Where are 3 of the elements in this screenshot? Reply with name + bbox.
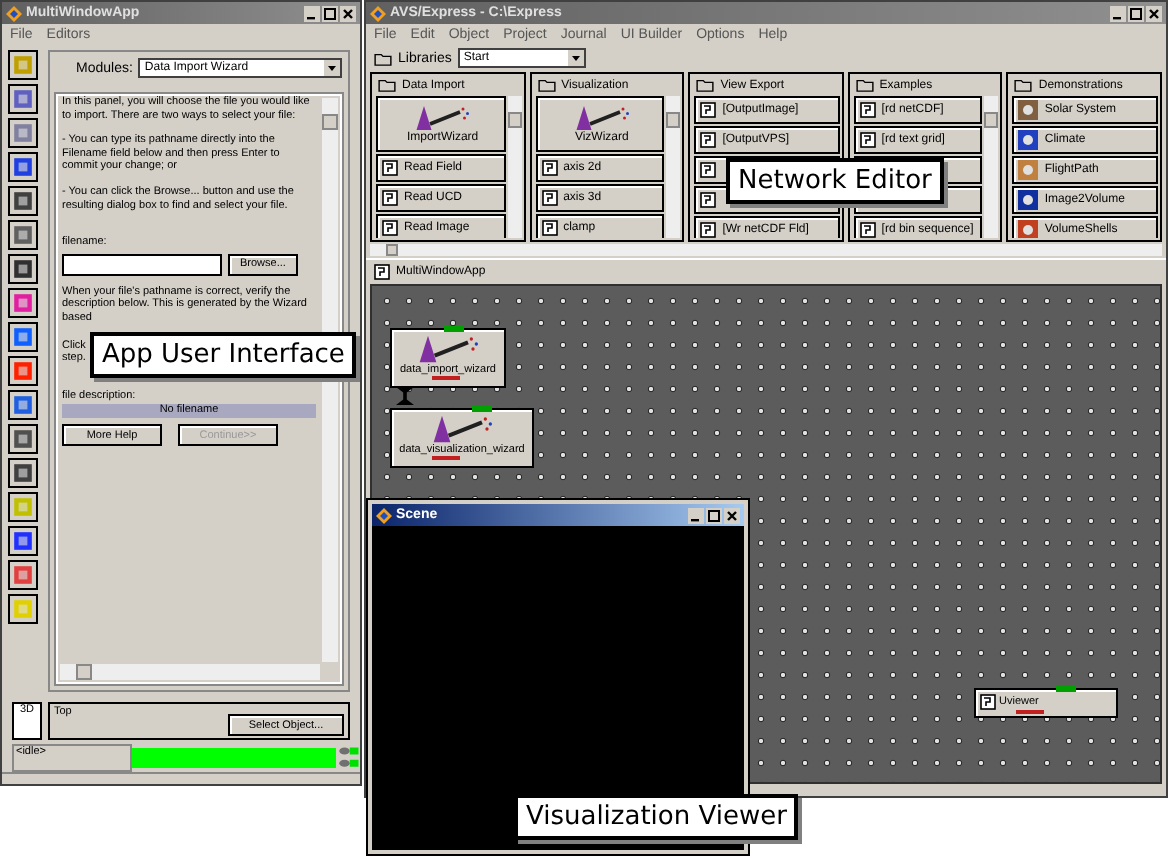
callout-tooltip: Visualization Viewer	[514, 794, 799, 840]
callout-tooltip: Network Editor	[726, 158, 944, 204]
callout-tooltip: App User Interface	[89, 331, 357, 378]
